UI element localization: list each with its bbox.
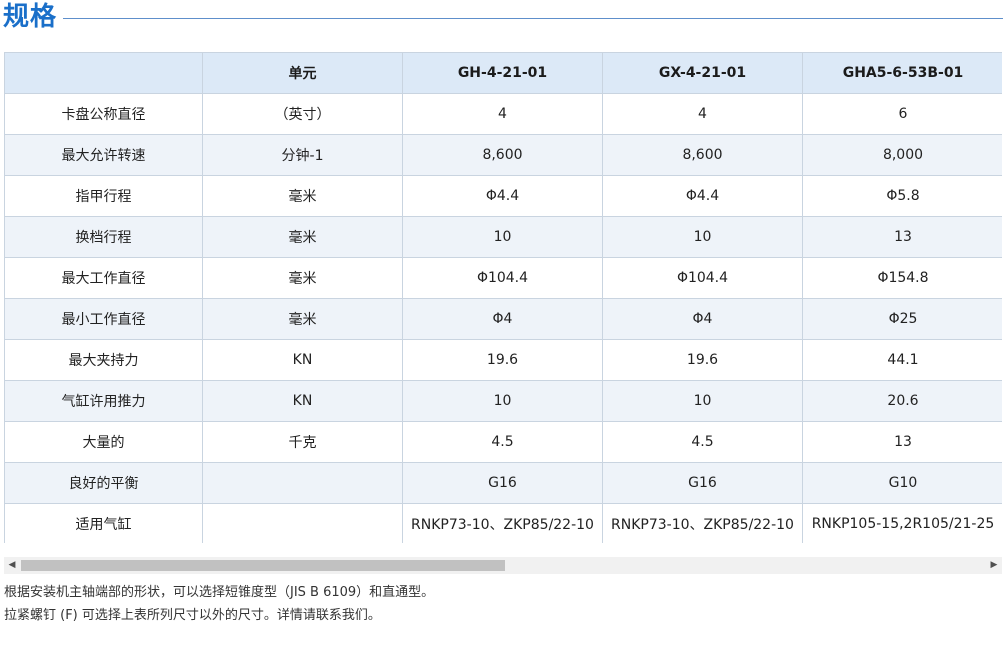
model-2-cell: Φ104.4 (602, 257, 803, 299)
section-title: 规格 (3, 2, 58, 32)
unit-cell: 毫米 (202, 175, 403, 217)
spec-table: 单元 GH-4-21-01 GX-4-21-01 GHA5-6-53B-01 卡… (4, 52, 1002, 543)
footnote-draw-screw: 拉紧螺钉 (F) 可选择上表所列尺寸以外的尺寸。详情请联系我们。 (4, 608, 381, 623)
row-label-cell: 指甲行程 (4, 175, 203, 217)
header-cell-model-1: GH-4-21-01 (402, 52, 603, 94)
model-2-cell: Φ4.4 (602, 175, 803, 217)
row-label-cell: 换档行程 (4, 216, 203, 258)
table-row: 最大工作直径 毫米 Φ104.4 Φ104.4 Φ154.8 (4, 257, 1002, 299)
row-label-cell: 最大夹持力 (4, 339, 203, 381)
model-1-cell: G16 (402, 462, 603, 504)
row-label-cell: 适用气缸 (4, 503, 203, 543)
heading-divider (63, 17, 1003, 19)
unit-cell: 毫米 (202, 298, 403, 340)
model-3-cell: Φ25 (802, 298, 1002, 340)
table-row: 最大夹持力 KN 19.6 19.6 44.1 (4, 339, 1002, 381)
model-3-cell: G10 (802, 462, 1002, 504)
table-row: 卡盘公称直径 （英寸） 4 4 6 (4, 93, 1002, 135)
table-row: 指甲行程 毫米 Φ4.4 Φ4.4 Φ5.8 (4, 175, 1002, 217)
table-row: 最大允许转速 分钟-1 8,600 8,600 8,000 (4, 134, 1002, 176)
horizontal-scrollbar[interactable]: ◀ ▶ (4, 557, 1002, 574)
row-label-cell: 最小工作直径 (4, 298, 203, 340)
model-1-cell: 4 (402, 93, 603, 135)
unit-cell: KN (202, 380, 403, 422)
header-cell-model-2: GX-4-21-01 (602, 52, 803, 94)
model-1-cell: 10 (402, 380, 603, 422)
unit-cell: 毫米 (202, 257, 403, 299)
header-cell-model-3: GHA5-6-53B-01 (802, 52, 1002, 94)
row-label-cell: 大量的 (4, 421, 203, 463)
unit-cell: KN (202, 339, 403, 381)
model-1-cell: 10 (402, 216, 603, 258)
model-1-cell: Φ4 (402, 298, 603, 340)
model-3-cell: 44.1 (802, 339, 1002, 381)
scrollbar-thumb[interactable] (21, 560, 505, 571)
row-label-cell: 卡盘公称直径 (4, 93, 203, 135)
model-2-cell: RNKP73-10、ZKP85/22-10 (602, 503, 803, 543)
unit-cell (202, 503, 403, 543)
table-header-row: 单元 GH-4-21-01 GX-4-21-01 GHA5-6-53B-01 (4, 52, 1002, 94)
row-label-cell: 良好的平衡 (4, 462, 203, 504)
header-cell-unit: 单元 (202, 52, 403, 94)
model-3-cell: 20.6 (802, 380, 1002, 422)
scroll-left-arrow-icon[interactable]: ◀ (4, 557, 20, 574)
model-3-cell: 13 (802, 421, 1002, 463)
model-1-cell: 4.5 (402, 421, 603, 463)
model-1-cell: Φ4.4 (402, 175, 603, 217)
model-1-cell: RNKP73-10、ZKP85/22-10 (402, 503, 603, 543)
unit-cell: （英寸） (202, 93, 403, 135)
table-row: 换档行程 毫米 10 10 13 (4, 216, 1002, 258)
model-1-cell: Φ104.4 (402, 257, 603, 299)
header-cell-item (4, 52, 203, 94)
model-1-cell: 8,600 (402, 134, 603, 176)
model-2-cell: Φ4 (602, 298, 803, 340)
model-2-cell: G16 (602, 462, 803, 504)
model-3-cell: 6 (802, 93, 1002, 135)
unit-cell (202, 462, 403, 504)
model-2-cell: 4.5 (602, 421, 803, 463)
model-3-cell: RNKP105-15,2R105/21-25 (802, 503, 1002, 543)
model-1-cell: 19.6 (402, 339, 603, 381)
model-2-cell: 4 (602, 93, 803, 135)
table-row: 最小工作直径 毫米 Φ4 Φ4 Φ25 (4, 298, 1002, 340)
model-3-cell: Φ5.8 (802, 175, 1002, 217)
unit-cell: 毫米 (202, 216, 403, 258)
table-row: 良好的平衡 G16 G16 G10 (4, 462, 1002, 504)
section-heading: 规格 (0, 0, 1003, 34)
scroll-right-arrow-icon[interactable]: ▶ (986, 557, 1002, 574)
row-label-cell: 最大允许转速 (4, 134, 203, 176)
model-3-cell: Φ154.8 (802, 257, 1002, 299)
table-row: 气缸许用推力 KN 10 10 20.6 (4, 380, 1002, 422)
footnote-taper-type: 根据安装机主轴端部的形状，可以选择短锥度型（JIS B 6109）和直通型。 (4, 585, 435, 600)
model-2-cell: 10 (602, 216, 803, 258)
unit-cell: 千克 (202, 421, 403, 463)
spec-table-container[interactable]: 单元 GH-4-21-01 GX-4-21-01 GHA5-6-53B-01 卡… (4, 52, 1002, 543)
model-3-cell: 8,000 (802, 134, 1002, 176)
row-label-cell: 最大工作直径 (4, 257, 203, 299)
table-row: 大量的 千克 4.5 4.5 13 (4, 421, 1002, 463)
model-2-cell: 10 (602, 380, 803, 422)
model-2-cell: 19.6 (602, 339, 803, 381)
table-row: 适用气缸 RNKP73-10、ZKP85/22-10 RNKP73-10、ZKP85… (4, 503, 1002, 543)
model-2-cell: 8,600 (602, 134, 803, 176)
row-label-cell: 气缸许用推力 (4, 380, 203, 422)
model-3-cell: 13 (802, 216, 1002, 258)
unit-cell: 分钟-1 (202, 134, 403, 176)
